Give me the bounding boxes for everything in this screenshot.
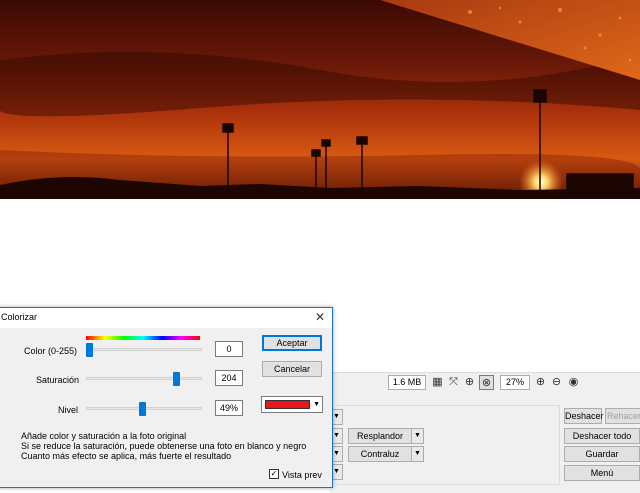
zoom-level-display: 27% [500, 375, 530, 390]
menu-button[interactable]: Menú [564, 465, 640, 481]
description-line: Si se reduce la saturación, puede obtene… [21, 441, 307, 451]
accept-button[interactable]: Aceptar [262, 335, 322, 351]
saturation-value-field[interactable]: 204 [215, 370, 243, 386]
color-value-field[interactable]: 0 [215, 341, 243, 357]
status-toolbar: 1.6 MB ▦ ⤧ ⊕ ⊗ 27% ⊕ ⊖ ◉ [330, 372, 640, 391]
saturation-label: Saturación [36, 375, 80, 385]
checker-icon[interactable]: ▦ [430, 375, 445, 390]
save-button[interactable]: Guardar [564, 446, 640, 462]
undo-all-button[interactable]: Deshacer todo [564, 428, 640, 444]
description-line: Cuanto más efecto se aplica, más fuerte … [21, 451, 232, 461]
level-slider-thumb[interactable] [139, 402, 147, 416]
info-icon[interactable]: ◉ [566, 375, 581, 390]
preview-checkbox[interactable]: ✓ [269, 469, 279, 479]
tools-panel: ▼ ▼ ▼ ▼ Resplandor ▼ Contraluz ▼ Deshace… [330, 391, 640, 493]
level-label: Nivel [58, 405, 79, 415]
resplandor-button[interactable]: Resplandor ▼ [348, 428, 424, 444]
zoom-fit-icon[interactable]: ⊗ [479, 375, 494, 390]
description-line: Añade color y saturación a la foto origi… [21, 431, 187, 441]
dialog-titlebar[interactable]: Colorizar ✕ [0, 308, 332, 328]
colorize-dialog: Colorizar ✕ Color (0-255) 0 Saturación 2… [0, 307, 333, 488]
effects-group [336, 405, 560, 485]
level-value-field[interactable]: 49% [215, 400, 243, 416]
close-icon[interactable]: ✕ [312, 309, 328, 325]
preview-label: Vista previa [282, 470, 322, 480]
resplandor-label: Resplandor [356, 431, 404, 441]
description-text: Añade color y saturación a la foto origi… [21, 431, 306, 461]
redo-button[interactable]: Rehacer [605, 408, 640, 424]
chevron-down-icon[interactable]: ▼ [411, 447, 423, 461]
color-picker[interactable]: ▼ [261, 396, 323, 413]
color-slider-thumb[interactable] [86, 343, 93, 357]
photo-preview [0, 0, 640, 199]
dialog-title: Colorizar [1, 312, 38, 322]
zoom-in-icon[interactable]: ⊕ [533, 375, 548, 390]
contraluz-button[interactable]: Contraluz ▼ [348, 446, 424, 462]
zoom-100-icon[interactable]: ⊕ [462, 375, 477, 390]
color-swatch [265, 400, 310, 409]
undo-button[interactable]: Deshacer [564, 408, 604, 424]
chevron-down-icon[interactable]: ▼ [313, 400, 320, 409]
fit-icon[interactable]: ⤧ [446, 375, 461, 390]
chevron-down-icon[interactable]: ▼ [411, 429, 423, 443]
color-slider-track[interactable] [86, 348, 202, 351]
file-size-display: 1.6 MB [388, 375, 426, 390]
saturation-slider-track[interactable] [86, 377, 202, 380]
hue-spectrum-bar [86, 336, 200, 340]
color-label: Color (0-255) [24, 346, 78, 356]
zoom-out-icon[interactable]: ⊖ [549, 375, 564, 390]
cancel-button[interactable]: Cancelar [262, 361, 322, 377]
saturation-slider-thumb[interactable] [173, 372, 181, 386]
contraluz-label: Contraluz [360, 449, 400, 459]
